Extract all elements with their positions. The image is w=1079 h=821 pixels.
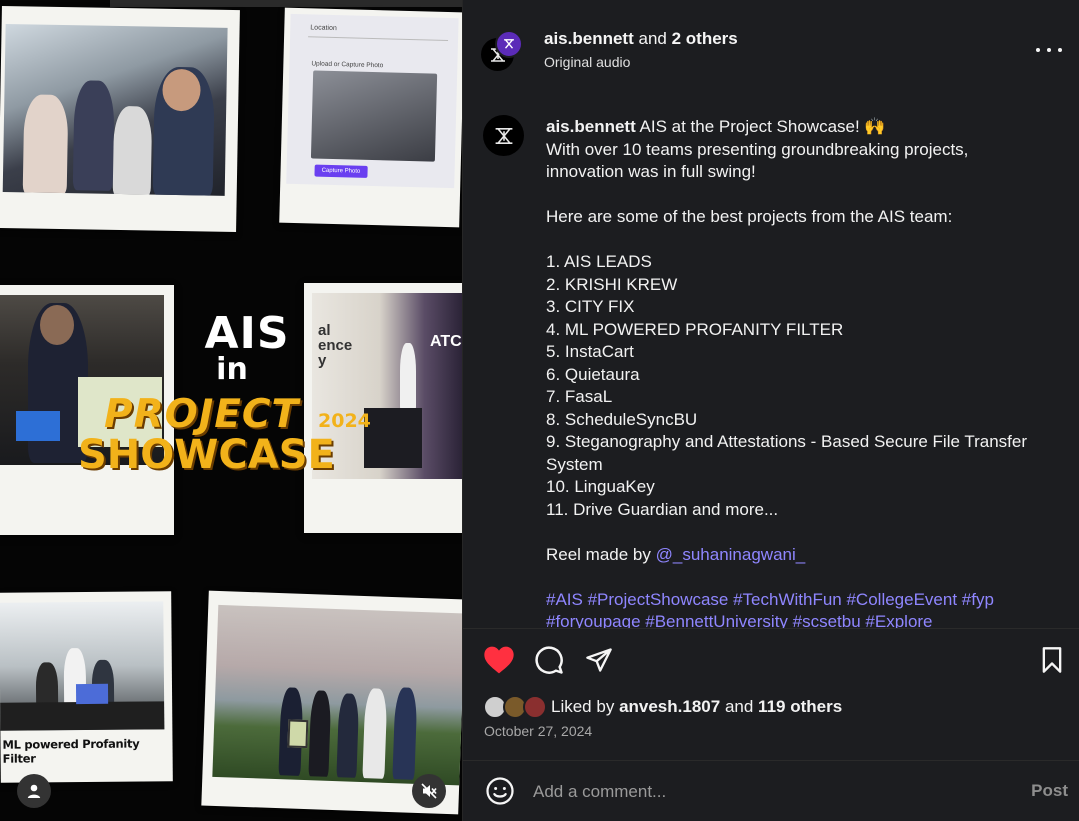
caption-author-avatar[interactable] — [483, 115, 524, 156]
comment-button[interactable] — [531, 642, 567, 678]
caption-scroll-area[interactable]: ais.bennett AIS at the Project Showcase!… — [463, 96, 1079, 628]
liked-by-text: Liked by anvesh.1807 and 119 others — [551, 697, 842, 717]
photo-caption-profanity-filter: ML powered Profanity Filter — [2, 736, 140, 766]
caption-text: ais.bennett AIS at the Project Showcase!… — [546, 116, 1046, 628]
photo-profanity-filter-team — [0, 601, 165, 731]
comment-bar: Post — [463, 761, 1079, 821]
post-actions — [463, 640, 1079, 680]
more-options-button[interactable] — [1036, 38, 1062, 62]
photo-team-outdoor — [212, 604, 462, 786]
collab-others[interactable]: 2 others — [672, 29, 738, 48]
heart-filled-icon — [484, 646, 514, 674]
ais-logo-icon — [495, 127, 512, 144]
caption-body: AIS at the Project Showcase! 🙌 With over… — [546, 117, 1028, 564]
hashtags-line-1[interactable]: #AIS #ProjectShowcase #TechWithFun #Coll… — [546, 590, 994, 609]
smiley-icon — [486, 777, 514, 805]
reel-media[interactable]: Location Upload or Capture Photo Capture… — [0, 0, 462, 821]
mock-capture-button: Capture Photo — [314, 164, 368, 178]
dot-icon — [1036, 48, 1040, 52]
dot-icon — [1058, 48, 1062, 52]
author-username[interactable]: ais.bennett — [544, 29, 634, 48]
audio-label[interactable]: Original audio — [544, 54, 630, 70]
liked-by-row[interactable]: Liked by anvesh.1807 and 119 others — [483, 694, 842, 720]
liked-by-joiner: and — [724, 697, 754, 716]
post-details-panel: ais.bennett and 2 others Original audio … — [462, 0, 1079, 821]
photo-app-screen: Location Upload or Capture Photo Capture… — [286, 13, 459, 189]
person-icon — [27, 784, 41, 798]
emoji-button[interactable] — [483, 774, 517, 808]
title-year: 2024 — [318, 410, 371, 432]
save-button[interactable] — [1034, 642, 1070, 678]
liker-avatar — [523, 695, 547, 719]
paper-plane-icon — [586, 648, 612, 672]
polaroid-photo-group-selfie — [0, 5, 240, 233]
polaroid-photo-app-screen: Location Upload or Capture Photo Capture… — [279, 7, 462, 228]
collab-joiner: and — [638, 29, 667, 48]
mention-link[interactable]: @_suhaninagwani_ — [656, 545, 806, 564]
top-photo-strip — [110, 0, 462, 7]
polaroid-photo-stage: al ence y ATC — [304, 283, 462, 533]
first-liker[interactable]: anvesh.1807 — [619, 697, 720, 716]
tagged-users-button[interactable] — [17, 774, 51, 808]
polaroid-photo-profanity-filter: ML powered Profanity Filter — [0, 591, 173, 783]
liker-avatars — [483, 695, 549, 719]
post-comment-button[interactable]: Post — [1031, 781, 1068, 801]
actions-divider — [463, 628, 1079, 629]
speaker-muted-icon — [421, 783, 437, 799]
like-button[interactable] — [481, 642, 517, 678]
hashtags-line-2[interactable]: #foryoupage #BennettUniversity #scsetbu … — [546, 612, 933, 628]
post-header: ais.bennett and 2 others Original audio — [463, 0, 1079, 95]
comment-input[interactable] — [533, 779, 983, 805]
title-project: PROJECT — [104, 392, 300, 437]
mock-location-label: Location — [310, 24, 337, 33]
mock-divider — [308, 36, 449, 41]
photo-group-selfie — [2, 24, 228, 196]
mute-toggle-button[interactable] — [412, 774, 446, 808]
collaborator-avatar[interactable] — [495, 30, 523, 58]
title-in: in — [216, 352, 248, 387]
post-date[interactable]: October 27, 2024 — [484, 723, 592, 739]
mock-upload-label: Upload or Capture Photo — [311, 60, 384, 70]
dot-icon — [1047, 48, 1051, 52]
liked-by-prefix: Liked by — [551, 697, 615, 716]
caption-username[interactable]: ais.bennett — [546, 117, 636, 136]
bookmark-icon — [1042, 647, 1062, 673]
comment-icon — [535, 646, 563, 674]
collaborator-logo-icon — [504, 39, 514, 49]
mock-camera-preview — [310, 70, 438, 162]
liked-by-others[interactable]: 119 others — [758, 697, 842, 716]
share-button[interactable] — [581, 642, 617, 678]
author-names[interactable]: ais.bennett and 2 others — [544, 29, 738, 49]
title-showcase: SHOWCASE — [78, 432, 335, 478]
